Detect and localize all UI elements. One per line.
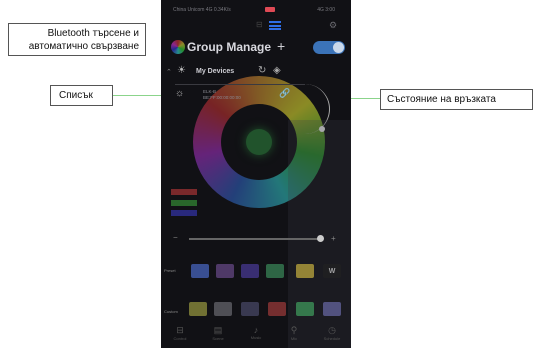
- red-channel-bar[interactable]: [171, 189, 197, 195]
- callout-bluetooth-search: Bluetooth търсене и автоматично свързван…: [8, 23, 146, 56]
- group-manage-title: Group Manage: [187, 40, 272, 54]
- nav-control[interactable]: ⊟ Control: [161, 325, 199, 341]
- custom-swatch-1[interactable]: [189, 302, 207, 316]
- green-channel-bar[interactable]: [171, 200, 197, 206]
- brightness-minus-icon[interactable]: −: [173, 233, 178, 242]
- nav-control-icon: ⊟: [176, 325, 184, 335]
- nav-music-icon: ♪: [253, 325, 259, 335]
- power-toggle[interactable]: [313, 41, 345, 54]
- bluetooth-search-icon[interactable]: ◈: [273, 65, 281, 76]
- nav-mic-label: Mic: [290, 336, 298, 341]
- nav-mic-icon: ⚲: [290, 325, 298, 335]
- nav-scene[interactable]: ▤ Scene: [199, 325, 237, 341]
- bulb-icon: ☼: [175, 88, 185, 99]
- my-devices-label: My Devices: [196, 68, 235, 75]
- nav-schedule-icon: ◷: [328, 325, 336, 335]
- status-time: 4G 3:00: [317, 7, 335, 13]
- list-icon[interactable]: [269, 21, 281, 30]
- nav-scene-label: Scene: [212, 336, 224, 341]
- toggle-knob: [333, 42, 344, 53]
- phone-screenshot: China Unicom 4G 0.34K/s 4G 3:00 ⊟ ⚙ Grou…: [161, 0, 351, 348]
- link-status-icon[interactable]: 🔗: [279, 88, 290, 99]
- custom-row-label: Custom: [164, 309, 178, 314]
- preset-swatch-3[interactable]: [241, 264, 259, 278]
- add-group-button[interactable]: +: [277, 38, 285, 54]
- refresh-icon[interactable]: ↻: [258, 65, 266, 76]
- brightness-slider[interactable]: [189, 238, 321, 240]
- callout-status-text: Състояние на връзката: [387, 94, 496, 105]
- nav-schedule-label: Schedule: [323, 336, 341, 341]
- nav-mic[interactable]: ⚲ Mic: [275, 325, 313, 341]
- status-bar: China Unicom 4G 0.34K/s 4G 3:00: [161, 4, 351, 16]
- custom-swatch-2[interactable]: [214, 302, 232, 316]
- custom-swatch-5[interactable]: [296, 302, 314, 316]
- callout-list: Списък: [50, 85, 113, 106]
- preset-swatch-1[interactable]: [191, 264, 209, 278]
- device-mac: BE:FF:00:00:00:00: [203, 95, 241, 100]
- custom-swatch-4[interactable]: [268, 302, 286, 316]
- white-swatch[interactable]: W: [323, 264, 341, 278]
- group-header: Group Manage +: [171, 38, 351, 58]
- custom-swatch-6[interactable]: [323, 302, 341, 316]
- grid-icon[interactable]: ⊟: [256, 20, 263, 29]
- recording-indicator: [265, 7, 275, 12]
- preset-swatch-4[interactable]: [266, 264, 284, 278]
- device-name: ELK-B: [203, 89, 217, 94]
- preset-swatch-5[interactable]: [296, 264, 314, 278]
- preset-swatch-2[interactable]: [216, 264, 234, 278]
- callout-list-text: Списък: [59, 90, 93, 101]
- chevron-up-icon[interactable]: ⌃: [166, 68, 172, 76]
- preset-row-label: Preset: [164, 268, 176, 273]
- bottom-nav: ⊟ Control ▤ Scene ♪ Music ⚲ Mic ◷ Schedu…: [161, 325, 351, 348]
- settings-gear-icon[interactable]: ⚙: [329, 20, 337, 31]
- nav-schedule[interactable]: ◷ Schedule: [313, 325, 351, 341]
- nav-control-label: Control: [173, 336, 187, 341]
- nav-music[interactable]: ♪ Music: [237, 325, 275, 340]
- brightness-plus-icon[interactable]: +: [331, 234, 336, 243]
- bulbs-icon: ☀: [177, 65, 186, 76]
- brightness-slider-knob[interactable]: [317, 235, 324, 242]
- blue-channel-bar[interactable]: [171, 210, 197, 216]
- callout-bluetooth-text: Bluetooth търсене и автоматично свързван…: [28, 27, 139, 52]
- nav-music-label: Music: [250, 335, 262, 340]
- device-list-item[interactable]: ☼ ELK-B BE:FF:00:00:00:00 🔗: [175, 84, 305, 106]
- custom-swatch-3[interactable]: [241, 302, 259, 316]
- status-carrier: China Unicom 4G 0.34K/s: [173, 7, 231, 13]
- nav-scene-icon: ▤: [213, 325, 223, 335]
- callout-connection-status: Състояние на връзката: [380, 89, 533, 110]
- color-orb-icon: [171, 40, 185, 54]
